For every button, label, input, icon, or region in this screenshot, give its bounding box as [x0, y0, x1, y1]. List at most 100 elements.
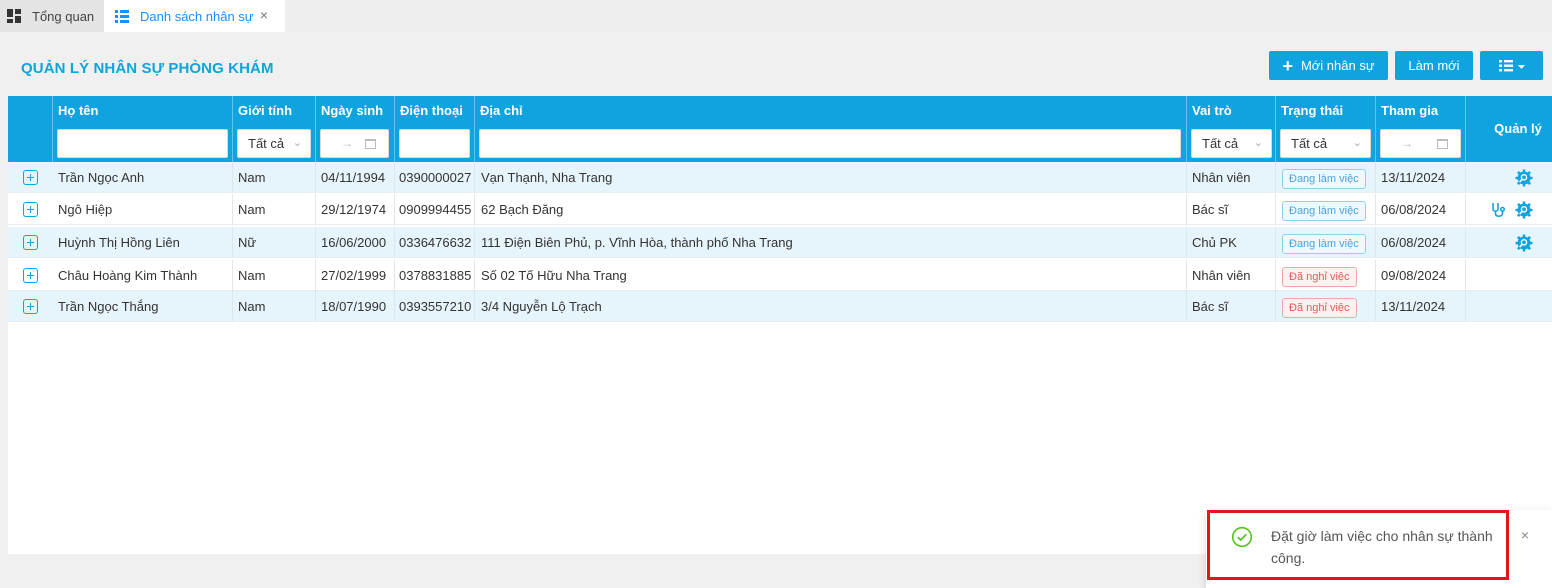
gender-cell: Nữ — [233, 227, 316, 258]
joined-cell: 09/08/2024 — [1376, 260, 1466, 291]
calendar-icon — [365, 139, 376, 149]
table-row[interactable]: Ngô Hiệp Nam 29/12/1974 0909994455 62 Bạ… — [8, 194, 1552, 225]
name-cell: Ngô Hiệp — [53, 194, 233, 225]
column-status-label: Trạng thái — [1281, 103, 1344, 118]
tab-bar: Tổng quan Danh sách nhân sự × — [0, 0, 1552, 32]
expand-row-icon[interactable] — [23, 202, 38, 217]
column-joined-label: Tham gia — [1381, 103, 1439, 118]
status-badge: Đã nghỉ việc — [1282, 298, 1357, 318]
column-role: Vai trò Tất cả ⌄ — [1187, 96, 1276, 162]
role-filter-select[interactable]: Tất cả ⌄ — [1191, 129, 1272, 158]
dashboard-icon — [6, 8, 22, 24]
status-filter-value: Tất cả — [1291, 136, 1328, 151]
manage-cell — [1466, 260, 1552, 291]
add-staff-button[interactable]: + Mới nhân sự — [1269, 51, 1388, 80]
birth-cell: 18/07/1990 — [316, 291, 395, 322]
status-badge: Đang làm việc — [1282, 234, 1366, 254]
refresh-button[interactable]: Làm mới — [1395, 51, 1473, 80]
column-phone-label: Điện thoại — [400, 103, 463, 118]
column-birth-label: Ngày sinh — [321, 103, 384, 118]
birth-cell: 27/02/1999 — [316, 260, 395, 291]
tab-staff-list[interactable]: Danh sách nhân sự × — [104, 0, 285, 32]
column-address-label: Địa chỉ — [480, 103, 523, 118]
column-manage: Quản lý — [1466, 96, 1552, 162]
column-settings-button[interactable] — [1480, 51, 1543, 80]
stethoscope-icon[interactable] — [1489, 201, 1507, 219]
status-badge: Đang làm việc — [1282, 201, 1366, 221]
arrow-right-icon: → — [1401, 136, 1413, 150]
table-row[interactable]: Huỳnh Thị Hồng Liên Nữ 16/06/2000 033647… — [8, 227, 1552, 258]
joined-cell: 13/11/2024 — [1376, 162, 1466, 193]
toast-message: Đặt giờ làm việc cho nhân sự thành công. — [1271, 528, 1493, 566]
close-icon[interactable]: × — [1518, 528, 1532, 542]
status-cell: Đã nghỉ việc — [1276, 291, 1376, 322]
tab-overview[interactable]: Tổng quan — [0, 0, 104, 32]
table-row[interactable]: Trần Ngọc Anh Nam 04/11/1994 0390000027 … — [8, 162, 1552, 193]
phone-filter-input[interactable] — [399, 129, 470, 158]
column-phone: Điện thoại — [395, 96, 475, 162]
address-cell: Vạn Thạnh, Nha Trang — [475, 162, 1187, 193]
joined-cell: 13/11/2024 — [1376, 291, 1466, 322]
panel-header: QUẢN LÝ NHÂN SỰ PHÒNG KHÁM + Mới nhân sự… — [8, 42, 1552, 96]
name-cell: Châu Hoàng Kim Thành — [53, 260, 233, 291]
role-cell: Bác sĩ — [1187, 291, 1276, 322]
close-icon[interactable]: × — [257, 8, 271, 22]
table-row[interactable]: Trần Ngọc Thắng Nam 18/07/1990 039355721… — [8, 291, 1552, 322]
expand-row-icon[interactable] — [23, 235, 38, 250]
staff-panel: QUẢN LÝ NHÂN SỰ PHÒNG KHÁM + Mới nhân sự… — [8, 42, 1552, 554]
name-cell: Huỳnh Thị Hồng Liên — [53, 227, 233, 258]
expand-column-header — [8, 96, 53, 162]
check-circle-icon — [1231, 526, 1253, 548]
phone-cell: 0336476632 — [395, 227, 475, 258]
chevron-down-icon: ⌄ — [292, 137, 302, 149]
phone-cell: 0909994455 — [395, 194, 475, 225]
birth-cell: 29/12/1974 — [316, 194, 395, 225]
name-filter-input[interactable] — [57, 129, 228, 158]
chevron-down-icon: ⌄ — [1253, 137, 1263, 149]
birth-cell: 16/06/2000 — [316, 227, 395, 258]
column-joined: Tham gia → — [1376, 96, 1466, 162]
column-manage-label: Quản lý — [1494, 121, 1542, 136]
column-name: Họ tên — [53, 96, 233, 162]
joined-date-range-picker[interactable]: → — [1380, 129, 1461, 158]
joined-cell: 06/08/2024 — [1376, 194, 1466, 225]
expand-row-icon[interactable] — [23, 170, 38, 185]
address-cell: Số 02 Tố Hữu Nha Trang — [475, 260, 1187, 291]
add-staff-label: Mới nhân sự — [1300, 58, 1375, 73]
expand-row-icon[interactable] — [23, 268, 38, 283]
expand-cell — [8, 260, 53, 291]
address-cell: 62 Bạch Đăng — [475, 194, 1187, 225]
tab-staff-list-label: Danh sách nhân sự — [140, 8, 254, 24]
gender-cell: Nam — [233, 194, 316, 225]
birth-date-range-picker[interactable]: → — [320, 129, 389, 158]
name-cell: Trần Ngọc Anh — [53, 162, 233, 193]
gender-cell: Nam — [233, 260, 316, 291]
status-cell: Đang làm việc — [1276, 227, 1376, 258]
expand-cell — [8, 291, 53, 322]
joined-cell: 06/08/2024 — [1376, 227, 1466, 258]
columns-icon — [1498, 59, 1525, 71]
column-role-label: Vai trò — [1192, 103, 1232, 118]
gear-search-icon[interactable] — [1515, 201, 1533, 219]
gender-filter-select[interactable]: Tất cả ⌄ — [237, 129, 311, 158]
birth-cell: 04/11/1994 — [316, 162, 395, 193]
column-gender-label: Giới tính — [238, 103, 293, 118]
table-header: Họ tên Giới tính Tất cả ⌄ Ngày sinh → Đi… — [8, 96, 1552, 162]
manage-cell — [1466, 162, 1552, 193]
status-filter-select[interactable]: Tất cả ⌄ — [1280, 129, 1371, 158]
table-row[interactable]: Châu Hoàng Kim Thành Nam 27/02/1999 0378… — [8, 260, 1552, 291]
list-icon — [114, 8, 130, 24]
phone-cell: 0378831885 — [395, 260, 475, 291]
address-filter-input[interactable] — [479, 129, 1181, 158]
gear-search-icon[interactable] — [1515, 169, 1533, 187]
chevron-down-icon: ⌄ — [1352, 137, 1362, 149]
name-cell: Trần Ngọc Thắng — [53, 291, 233, 322]
status-badge: Đã nghỉ việc — [1282, 267, 1357, 287]
gender-filter-value: Tất cả — [248, 136, 285, 151]
expand-row-icon[interactable] — [23, 299, 38, 314]
gender-cell: Nam — [233, 162, 316, 193]
role-cell: Nhân viên — [1187, 162, 1276, 193]
role-filter-value: Tất cả — [1202, 136, 1239, 151]
column-birth: Ngày sinh → — [316, 96, 395, 162]
gear-search-icon[interactable] — [1515, 234, 1533, 252]
